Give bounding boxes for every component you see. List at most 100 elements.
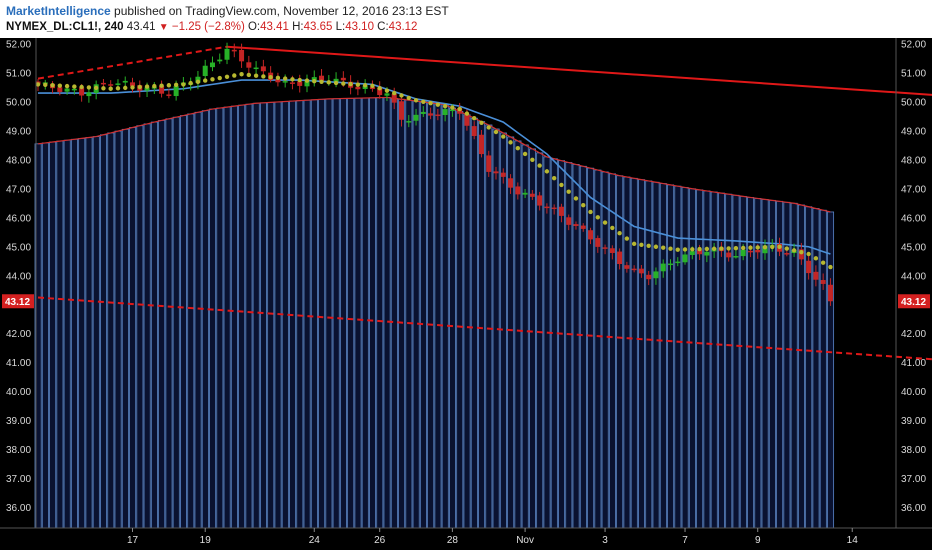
y-tick-label-right: 52.00 xyxy=(901,39,926,50)
histogram-bar xyxy=(427,102,435,529)
ema-fast-dot xyxy=(653,244,659,249)
ema-fast-dot xyxy=(421,99,426,104)
candle-body xyxy=(827,284,833,302)
candle-body xyxy=(660,263,666,272)
ema-fast-dot xyxy=(588,209,593,215)
candle-body xyxy=(231,49,237,52)
ema-fast-dot xyxy=(195,79,201,85)
ema-fast-dot xyxy=(159,83,164,88)
histogram-bar xyxy=(252,102,260,529)
candle-body xyxy=(784,253,790,255)
histogram-bar xyxy=(528,148,536,529)
candle-body xyxy=(260,66,266,72)
histogram-bar xyxy=(441,104,449,529)
ema-fast-dot xyxy=(312,79,317,84)
y-tick-label-left: 41.00 xyxy=(6,358,31,369)
histogram-bar xyxy=(398,98,406,529)
y-tick-label-right: 50.00 xyxy=(901,97,926,108)
histogram-bar xyxy=(238,104,246,529)
ema-fast-dot xyxy=(50,83,55,88)
x-tick-label: 19 xyxy=(200,535,212,546)
ema-fast-dot xyxy=(551,175,557,181)
ema-fast-dot xyxy=(682,247,688,252)
candle-body xyxy=(478,134,484,155)
price-chart[interactable]: 52.00 52.00 51.00 51.00 50.00 50.00 49.00 49.00… xyxy=(0,38,932,550)
x-tick-label: 17 xyxy=(127,535,139,546)
ema-fast-dot xyxy=(115,86,121,91)
candle-body xyxy=(202,65,208,77)
histogram-bar xyxy=(318,98,326,529)
ema-fast-dot xyxy=(435,102,441,107)
histogram-bar xyxy=(136,125,144,529)
candle-body xyxy=(537,195,543,206)
ema-fast-dot xyxy=(820,260,826,265)
ema-fast-dot xyxy=(173,82,179,88)
histogram-bar xyxy=(259,102,267,529)
y-tick-label-right: 51.00 xyxy=(901,68,926,79)
author-link[interactable]: MarketIntelligence xyxy=(6,4,111,18)
ema-fast-dot xyxy=(333,80,339,86)
candle-body xyxy=(449,109,455,112)
candle-body xyxy=(239,49,245,62)
ema-fast-dot xyxy=(370,83,375,89)
ema-fast-dot xyxy=(755,245,760,250)
x-tick-label: 14 xyxy=(847,535,859,546)
candle-body xyxy=(813,271,819,280)
histogram-bar xyxy=(361,97,369,529)
histogram-bar xyxy=(354,97,362,529)
publish-info: published on TradingView.com, November 1… xyxy=(114,4,449,18)
ema-fast-dot xyxy=(784,246,790,251)
x-tick-label: Nov xyxy=(516,535,534,546)
candle-body xyxy=(71,88,77,91)
candle-body xyxy=(500,172,506,177)
ema-fast-dot xyxy=(166,83,172,88)
ema-fast-dot xyxy=(210,77,215,82)
down-arrow-icon: ▼ xyxy=(158,22,169,33)
ema-fast-dot xyxy=(268,74,273,80)
histogram-bar xyxy=(376,97,384,529)
histogram-bar xyxy=(230,105,238,529)
histogram-bar xyxy=(594,169,602,529)
histogram-bar xyxy=(179,115,187,529)
candle-body xyxy=(115,83,121,85)
candle-body xyxy=(726,252,732,258)
candle-body xyxy=(602,247,608,249)
price-badge-left-label: 43.12 xyxy=(5,297,30,308)
ema-fast-dot xyxy=(246,72,252,78)
y-tick-label-right: 49.00 xyxy=(901,126,926,137)
ema-fast-dot xyxy=(537,163,542,168)
ema-fast-dot xyxy=(282,76,288,81)
y-tick-label-right: 47.00 xyxy=(901,184,926,195)
candle-body xyxy=(428,113,434,116)
high-value: 43.65 xyxy=(303,21,333,33)
candle-body xyxy=(755,249,761,253)
histogram-bar xyxy=(245,103,253,529)
y-tick-label-left: 50.00 xyxy=(6,97,31,108)
y-tick-label-right: 44.00 xyxy=(901,271,926,282)
ema-fast-dot xyxy=(508,140,513,145)
ema-fast-dot xyxy=(733,246,739,251)
candle-body xyxy=(413,114,419,121)
symbol-label: NYMEX_DL:CL1!, 240 xyxy=(6,21,124,33)
ema-fast-dot xyxy=(828,264,833,270)
ema-fast-dot xyxy=(457,106,462,112)
ema-fast-dot xyxy=(348,81,353,87)
ema-fast-dot xyxy=(493,129,499,135)
candle-body xyxy=(558,206,564,216)
candle-body xyxy=(609,248,615,253)
ema-fast-dot xyxy=(631,241,637,247)
histogram-bar xyxy=(194,111,202,529)
candle-body xyxy=(529,193,535,197)
candle-body xyxy=(435,114,441,117)
histogram-bar xyxy=(78,137,86,529)
candle-body xyxy=(667,263,673,266)
ema-fast-dot xyxy=(522,151,528,157)
ema-fast-dot xyxy=(602,220,608,225)
ema-fast-dot xyxy=(326,80,331,85)
ema-fast-dot xyxy=(762,245,768,250)
histogram-bar xyxy=(630,177,638,529)
histogram-bar xyxy=(209,108,217,529)
candle-body xyxy=(566,217,572,225)
histogram-bar xyxy=(107,132,115,529)
y-tick-label-left: 46.00 xyxy=(6,213,31,224)
